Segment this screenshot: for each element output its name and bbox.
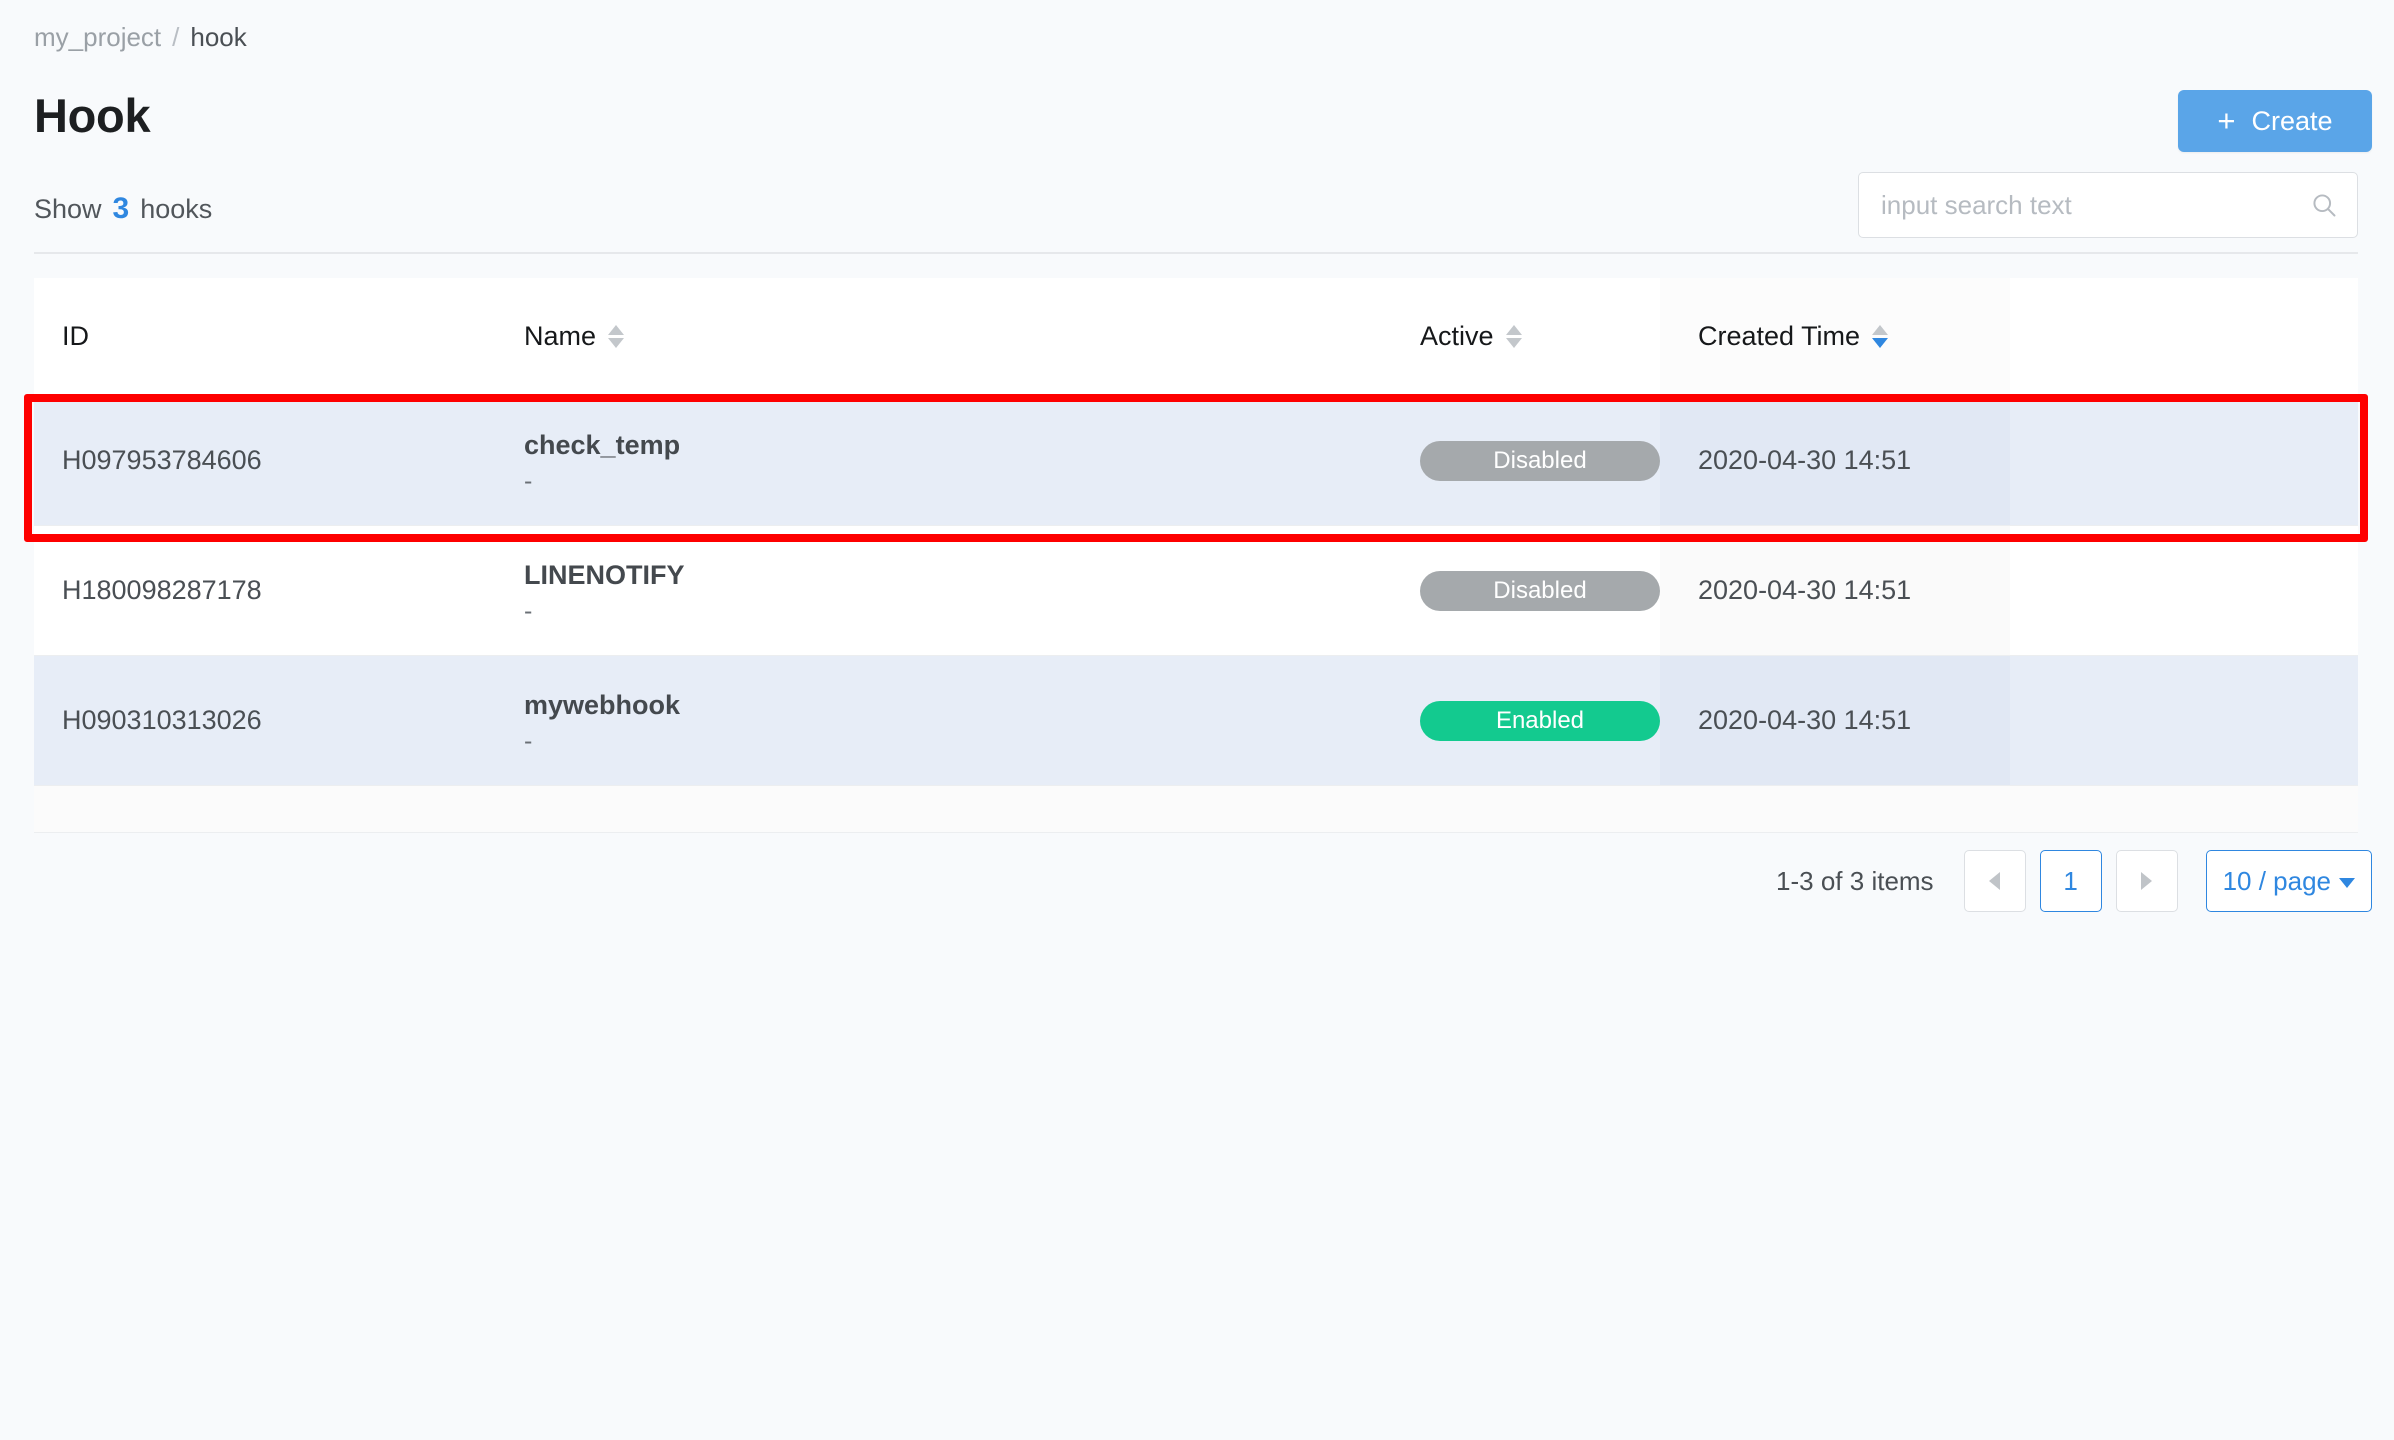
page-title: Hook xyxy=(34,89,151,142)
search-box[interactable] xyxy=(1858,172,2358,238)
row-name-text[interactable]: mywebhook xyxy=(524,686,1390,724)
table-row[interactable]: H180098287178 LINENOTIFY - Disabled 2020… xyxy=(34,526,2358,656)
page-size-label: 10 / page xyxy=(2222,865,2331,896)
cell-active: Disabled xyxy=(1390,526,1660,655)
cell-created-time: 2020-04-30 14:51 xyxy=(1660,526,2010,655)
page-size-select[interactable]: 10 / page xyxy=(2205,850,2372,912)
content-divider xyxy=(34,252,2358,254)
cell-name: LINENOTIFY - xyxy=(494,526,1390,655)
row-created-time-text: 2020-04-30 14:51 xyxy=(1698,705,1912,735)
pagination: 1-3 of 3 items 1 10 / page xyxy=(1776,850,2372,912)
cell-id: H090310313026 xyxy=(34,656,494,785)
hook-count-summary: Show 3 hooks xyxy=(34,192,212,226)
row-description-text: - xyxy=(524,726,533,755)
breadcrumb-item-hook[interactable]: hook xyxy=(190,20,246,54)
column-header-actions xyxy=(2010,278,2358,395)
create-button-label: Create xyxy=(2251,105,2333,136)
cell-active: Enabled xyxy=(1390,656,1660,785)
row-created-time-text: 2020-04-30 14:51 xyxy=(1698,445,1912,475)
table-footer-strip xyxy=(34,786,2358,833)
row-description-text: - xyxy=(524,596,533,625)
table-row[interactable]: H097953784606 check_temp - Disabled 2020… xyxy=(34,396,2358,526)
cell-created-time: 2020-04-30 14:51 xyxy=(1660,656,2010,785)
summary-prefix: Show xyxy=(34,194,102,224)
column-header-name[interactable]: Name xyxy=(494,278,1390,395)
column-header-id-label: ID xyxy=(62,321,89,351)
cell-actions xyxy=(2010,396,2358,525)
status-badge: Disabled xyxy=(1420,440,1660,481)
column-header-created-time[interactable]: Created Time xyxy=(1660,278,2010,395)
sort-descending-icon xyxy=(608,338,625,348)
sort-descending-icon xyxy=(1505,338,1522,348)
pagination-range-text: 1-3 of 3 items xyxy=(1776,865,1934,896)
row-id-text: H097953784606 xyxy=(62,445,262,475)
pagination-next-button[interactable] xyxy=(2115,850,2178,912)
status-badge: Enabled xyxy=(1420,700,1660,741)
hook-list-page: my_project / hook Hook + Create Show 3 h… xyxy=(0,0,2394,1440)
table-row[interactable]: H090310313026 mywebhook - Enabled 2020-0… xyxy=(34,656,2358,786)
summary-count: 3 xyxy=(112,192,130,225)
row-description-text: - xyxy=(524,466,533,495)
cell-active: Disabled xyxy=(1390,396,1660,525)
sort-ascending-icon xyxy=(1505,325,1522,335)
chevron-left-icon xyxy=(1989,872,2001,890)
row-created-time-text: 2020-04-30 14:51 xyxy=(1698,575,1912,605)
sort-descending-icon xyxy=(1872,338,1889,348)
breadcrumb-separator: / xyxy=(172,22,180,52)
cell-created-time: 2020-04-30 14:51 xyxy=(1660,396,2010,525)
column-header-id: ID xyxy=(34,278,494,395)
column-header-created-time-label: Created Time xyxy=(1698,321,1861,351)
row-id-text: H180098287178 xyxy=(62,575,262,605)
sort-toggle-name[interactable] xyxy=(608,325,625,348)
breadcrumb-item-my-project[interactable]: my_project xyxy=(34,20,161,54)
search-icon[interactable] xyxy=(2309,190,2339,220)
search-input[interactable] xyxy=(1881,173,2309,237)
table-header-row: ID Name Active Created Time xyxy=(34,278,2358,396)
sort-toggle-active[interactable] xyxy=(1505,325,1522,348)
column-header-active-label: Active xyxy=(1420,321,1494,351)
cell-name: mywebhook - xyxy=(494,656,1390,785)
sort-toggle-created-time[interactable] xyxy=(1872,325,1889,348)
cell-actions xyxy=(2010,656,2358,785)
breadcrumb: my_project / hook xyxy=(34,20,247,54)
cell-id: H180098287178 xyxy=(34,526,494,655)
chevron-down-icon xyxy=(2339,877,2355,888)
sort-ascending-icon xyxy=(1872,325,1889,335)
column-header-active[interactable]: Active xyxy=(1390,278,1660,395)
column-header-name-label: Name xyxy=(524,321,597,351)
cell-id: H097953784606 xyxy=(34,396,494,525)
create-button[interactable]: + Create xyxy=(2178,90,2372,152)
cell-actions xyxy=(2010,526,2358,655)
pagination-prev-button[interactable] xyxy=(1963,850,2026,912)
hook-table: ID Name Active Created Time H09795378460… xyxy=(34,278,2358,833)
row-id-text: H090310313026 xyxy=(62,705,262,735)
sort-ascending-icon xyxy=(608,325,625,335)
summary-suffix: hooks xyxy=(140,194,213,224)
pagination-page-1-button[interactable]: 1 xyxy=(2039,850,2102,912)
cell-name: check_temp - xyxy=(494,396,1390,525)
plus-icon: + xyxy=(2217,102,2236,138)
status-badge: Disabled xyxy=(1420,570,1660,611)
row-name-text[interactable]: LINENOTIFY xyxy=(524,556,1390,594)
row-name-text[interactable]: check_temp xyxy=(524,426,1390,464)
chevron-right-icon xyxy=(2141,872,2153,890)
